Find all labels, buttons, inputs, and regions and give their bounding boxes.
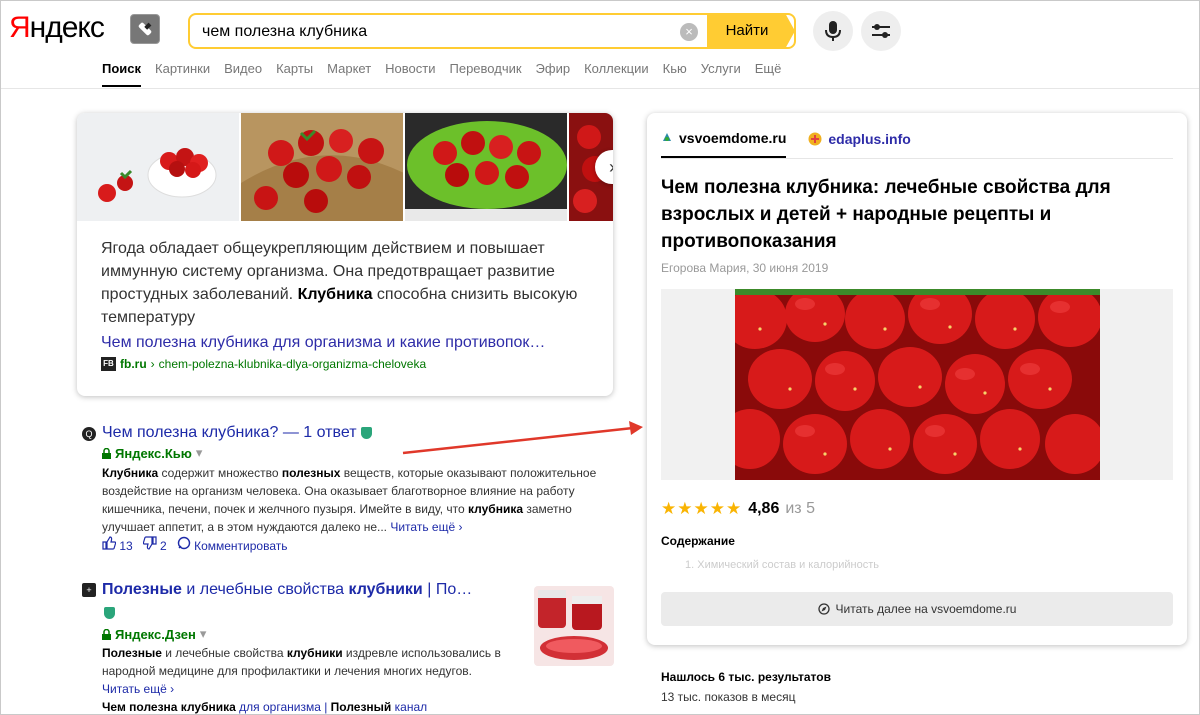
result-sitelinks[interactable]: Чем полезна клубника для организма | Пол…: [102, 698, 532, 714]
chevron-right-icon: ›: [609, 157, 613, 178]
thumbs-up-icon: [102, 536, 117, 550]
header-divider: [1, 88, 1199, 89]
verified-shield-icon: [104, 604, 115, 622]
tab-news[interactable]: Новости: [385, 61, 435, 87]
services-icon[interactable]: [130, 14, 160, 44]
answer-source-link[interactable]: Чем полезна клубника для организма и как…: [101, 334, 545, 352]
compass-icon: [817, 603, 830, 615]
tab-translate[interactable]: Переводчик: [450, 61, 522, 87]
source-name: Яндекс.Кью: [115, 445, 192, 461]
dropdown-arrow-icon[interactable]: ▾: [196, 445, 203, 461]
verified-shield-icon: [360, 426, 372, 439]
logo-text: ндекс: [29, 11, 105, 44]
tab-label: vsvoemdome.ru: [679, 130, 787, 146]
search-button-arrow: [785, 13, 795, 49]
read-more-label: Читать далее на vsvoemdome.ru: [835, 602, 1017, 616]
source-tabs: vsvoemdome.ru edaplus.info: [661, 130, 911, 158]
tabs-divider: [661, 158, 1173, 159]
clear-icon[interactable]: ×: [680, 23, 698, 41]
panel-image-frame: [661, 289, 1173, 480]
search-input[interactable]: чем полезна клубника: [202, 23, 367, 41]
result-actions: 13 2 Комментировать: [102, 536, 288, 553]
tab-q[interactable]: Кью: [663, 61, 687, 87]
rating: ★★★★★ 4,86 из 5: [661, 499, 815, 519]
tab-images[interactable]: Картинки: [155, 61, 210, 87]
site-favicon-icon: [662, 133, 672, 143]
yandex-logo[interactable]: Яндекс: [9, 11, 105, 45]
tab-more[interactable]: Ещё: [755, 61, 782, 87]
read-more-link[interactable]: Читать ещё ›: [102, 682, 174, 696]
quick-answer-card: › Ягода обладает общеукрепляющим действи…: [77, 113, 613, 396]
browser-page: Яндекс чем полезна клубника × Найти Поис…: [0, 0, 1200, 715]
object-answer-panel: vsvoemdome.ru edaplus.info Чем полезна к…: [647, 113, 1187, 645]
results-count: Нашлось 6 тыс. результатов: [661, 670, 831, 684]
result-title-q[interactable]: Чем полезна клубника? — 1 ответ: [102, 424, 372, 442]
image-gallery: [77, 113, 613, 221]
result-thumbnail[interactable]: [534, 586, 614, 666]
answer-text-bold: Клубника: [297, 286, 373, 303]
tab-collections[interactable]: Коллекции: [584, 61, 649, 87]
breadcrumb-separator-icon: ›: [150, 357, 155, 371]
source-domain: fb.ru: [120, 357, 147, 371]
gallery-image-basket[interactable]: [241, 113, 404, 221]
source-path: chem-polezna-klubnika-dlya-organizma-che…: [158, 357, 427, 371]
tab-market[interactable]: Маркет: [327, 61, 371, 87]
result-title-dzen[interactable]: Полезные и лечебные свойства клубники | …: [102, 581, 472, 599]
rating-stars-icon: ★★★★★: [661, 499, 743, 518]
logo-letter: Я: [9, 11, 31, 44]
tab-services[interactable]: Услуги: [701, 61, 741, 87]
lock-icon: [102, 447, 111, 459]
contents-label: Содержание: [661, 534, 735, 548]
tab-maps[interactable]: Карты: [276, 61, 313, 87]
comment-icon: [177, 536, 190, 550]
panel-title[interactable]: Чем полезна клубника: лечебные свойства …: [661, 174, 1171, 255]
thumbs-down-icon: [142, 536, 157, 550]
rating-value: 4,86: [748, 500, 780, 517]
tab-label: edaplus.info: [828, 131, 911, 147]
comment-button[interactable]: Комментировать: [177, 536, 288, 553]
result-title-answers: ? — 1 ответ: [269, 424, 357, 441]
lock-icon: [102, 628, 111, 640]
gallery-image-green-bowl[interactable]: [405, 113, 568, 221]
result-source-dzen[interactable]: Яндекс.Дзен ▾: [102, 626, 206, 642]
search-button[interactable]: Найти: [707, 13, 787, 49]
contents-item[interactable]: 1. Химический состав и калорийность: [685, 559, 879, 571]
annotation-arrow: [402, 421, 643, 455]
read-more-link[interactable]: Читать ещё ›: [390, 520, 462, 534]
tab-search[interactable]: Поиск: [102, 61, 142, 87]
edaplus-favicon-icon: [808, 132, 822, 146]
tab-video[interactable]: Видео: [224, 61, 262, 87]
answer-source-url[interactable]: FB fb.ru › chem-polezna-klubnika-dlya-or…: [101, 357, 426, 371]
dislike-button[interactable]: 2: [142, 536, 167, 553]
result-source-q[interactable]: Яндекс.Кью ▾: [102, 445, 202, 461]
monthly-shows: 13 тыс. показов в месяц: [661, 690, 796, 704]
rating-scale: из 5: [785, 500, 815, 517]
tab-vsvoemdome[interactable]: vsvoemdome.ru: [661, 130, 787, 158]
fb-favicon-icon: FB: [101, 357, 116, 371]
answer-description: Ягода обладает общеукрепляющим действием…: [101, 237, 591, 329]
strawberries-image[interactable]: [735, 289, 1100, 480]
like-button[interactable]: 13: [102, 536, 133, 553]
gallery-image-bowl[interactable]: [77, 113, 240, 221]
filters-icon[interactable]: [861, 11, 901, 51]
panel-author-date: Егорова Мария, 30 июня 2019: [661, 261, 829, 275]
result-snippet-q: Клубника содержит множество полезных вещ…: [102, 466, 597, 534]
search-bar: чем полезна клубника × Найти: [188, 13, 796, 49]
source-name: Яндекс.Дзен: [115, 626, 196, 642]
read-more-button[interactable]: Читать далее на vsvoemdome.ru: [661, 592, 1173, 626]
result-title-text: Чем полезна клубника: [102, 424, 270, 441]
tab-edaplus[interactable]: edaplus.info: [808, 130, 911, 158]
result-snippet-dzen: Полезные и лечебные свойства клубники из…: [102, 646, 501, 696]
dropdown-arrow-icon[interactable]: ▾: [200, 626, 207, 642]
tab-efir[interactable]: Эфир: [536, 61, 571, 87]
yandex-q-favicon-icon: Q: [82, 427, 96, 441]
microphone-icon[interactable]: [813, 11, 853, 51]
search-tabs: Поиск Картинки Видео Карты Маркет Новост…: [102, 61, 795, 87]
dzen-favicon-icon: +: [82, 583, 96, 597]
